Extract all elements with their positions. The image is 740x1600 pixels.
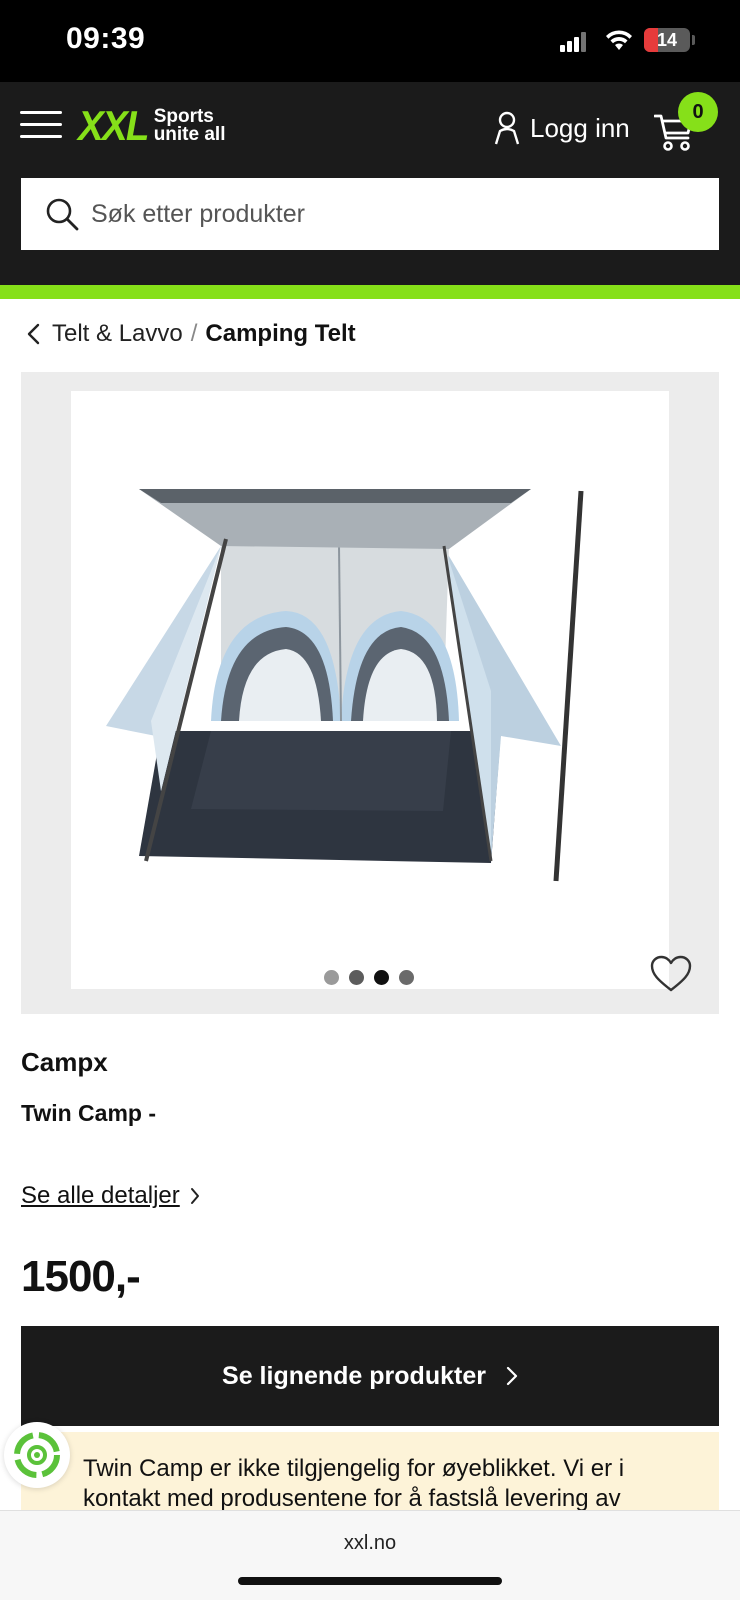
carousel-dot[interactable] [324, 970, 339, 985]
url-display[interactable]: xxl.no [0, 1532, 740, 1555]
xxl-logo[interactable]: XXL Sports unite all [78, 104, 225, 148]
carousel-dot[interactable] [349, 970, 364, 985]
eco-badge[interactable] [4, 1422, 70, 1488]
search-input[interactable]: Søk etter produkter [21, 178, 719, 250]
logo-wordmark: XXL [78, 102, 149, 149]
logo-tagline: Sports unite all [153, 106, 226, 145]
home-indicator[interactable] [238, 1577, 502, 1585]
login-label: Logg inn [530, 112, 630, 143]
menu-button[interactable] [20, 108, 62, 140]
availability-notice: Twin Camp er ikke tilgjengelig for øyebl… [21, 1432, 719, 1512]
breadcrumb-separator: / [190, 320, 198, 347]
see-all-details-link[interactable]: Se alle detaljer [21, 1182, 200, 1210]
status-bar: 09:39 14 [0, 0, 740, 82]
product-brand[interactable]: Campx [21, 1047, 108, 1078]
login-button[interactable]: Logg inn [494, 110, 630, 146]
carousel-dots [324, 970, 424, 985]
search-placeholder: Søk etter produkter [91, 199, 305, 228]
breadcrumb-parent-link[interactable]: Telt & Lavvo [52, 320, 183, 348]
product-name: Twin Camp - [21, 1100, 157, 1126]
see-similar-products-button[interactable]: Se lignende produkter [21, 1326, 719, 1426]
favorite-heart-icon[interactable] [650, 955, 692, 993]
breadcrumb: Telt & Lavvo / Camping Telt [26, 320, 356, 348]
status-time: 09:39 [66, 22, 146, 55]
cellular-signal-icon [560, 32, 588, 52]
product-price: 1500,- [21, 1252, 141, 1301]
chevron-left-icon[interactable] [26, 323, 42, 345]
promo-strip [0, 285, 740, 299]
breadcrumb-current: Camping Telt [205, 320, 356, 347]
carousel-dot[interactable] [399, 970, 414, 985]
battery-icon: 14 [644, 28, 690, 52]
battery-level: 14 [656, 30, 678, 50]
cta-label: Se lignende produkter [222, 1361, 486, 1390]
tent-illustration [106, 489, 584, 882]
availability-notice-text: Twin Camp er ikke tilgjengelig for øyebl… [83, 1455, 625, 1512]
chevron-right-icon [506, 1366, 518, 1386]
product-image[interactable] [71, 391, 669, 989]
user-icon [494, 111, 520, 145]
chevron-right-icon [190, 1188, 199, 1204]
cart-count-badge[interactable]: 0 [678, 92, 718, 132]
wifi-icon [606, 30, 632, 50]
details-link-label: Se alle detaljer [21, 1182, 180, 1209]
carousel-dot-active[interactable] [374, 970, 389, 985]
search-icon [46, 198, 79, 231]
recycle-icon [14, 1432, 60, 1478]
browser-bottom-bar [0, 1510, 740, 1600]
